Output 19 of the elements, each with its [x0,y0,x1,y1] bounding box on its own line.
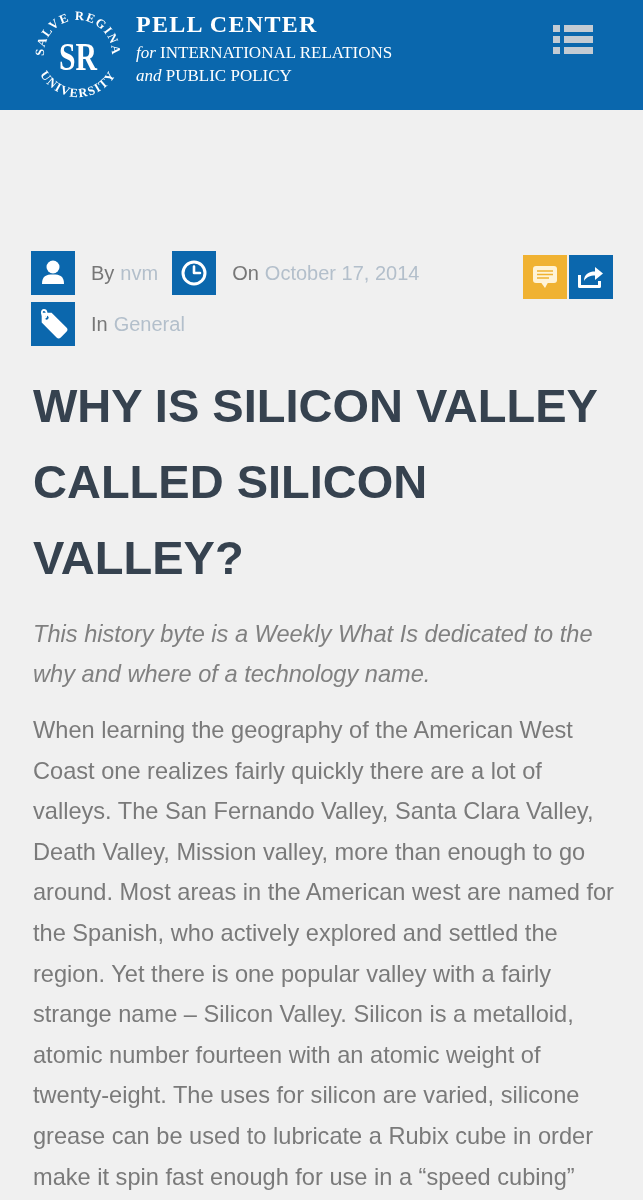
meta-label: On [232,261,259,286]
meta-label: By [91,261,115,286]
meta-label: In [91,312,108,337]
clock-icon [172,251,217,295]
meta-link[interactable]: General [113,309,185,339]
center-subtitle: for INTERNATIONAL RELATIONS [136,42,393,64]
article-body: When learning the geography of the American West Coast one realizes fairly quickly there are a lot of valleys. The San Fernando Valley, Santa Clara Valley, Death Valley, Mission valley, more than enough to go around. Most areas in the American west are named for the Spanish, who actively explored and settled the region. Yet there is one popular valley with a fairly strange name – Silicon Valley. Silicon is a metalloid, atomic number fourteen with an atomic weight of twenty-eight. The uses for silicon are varied, silicone grease can be used to lubricate a Rubix cube in order make it spin fast enough for use in a “speed cubing” [32,716,615,1192]
share-icon [578,266,604,288]
article-title: WHY IS SILICON VALLEY CALLED SILICON VALLEY? [32,378,599,586]
center-subtitle: and PUBLIC POLICY [136,65,293,87]
menu-icon[interactable] [553,25,593,55]
speech-bubble-icon [533,266,557,288]
center-title: PELL CENTER [136,10,319,39]
share-button[interactable] [569,255,613,299]
meta-link[interactable]: nvm [120,258,159,288]
tag-icon [31,302,75,346]
article-intro: This history byte is a Weekly What Is dedicated to the why and where of a technology name. [32,620,594,689]
meta-link[interactable]: October 17, 2014 [264,258,420,288]
person-icon [31,251,75,295]
